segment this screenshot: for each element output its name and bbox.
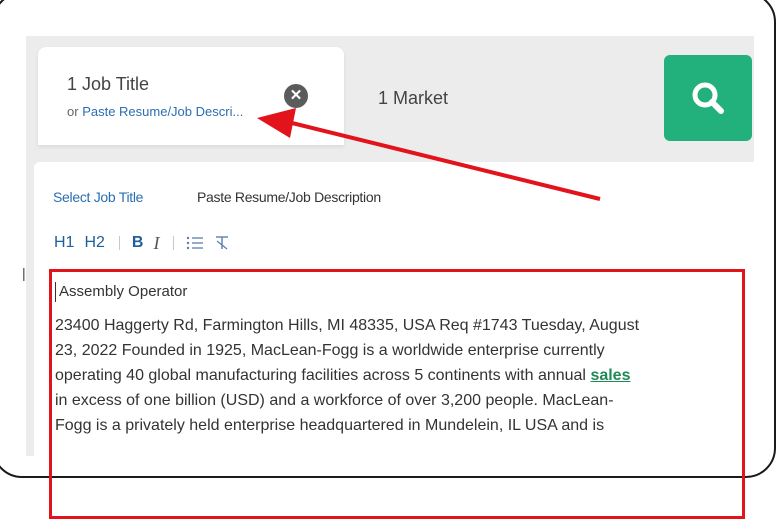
- heading2-button[interactable]: H2: [84, 234, 104, 252]
- editor-line: 23, 2022 Founded in 1925, MacLean-Fogg i…: [55, 342, 605, 359]
- job-description-panel: Select Job Title Paste Resume/Job Descri…: [34, 162, 760, 519]
- bold-button[interactable]: B: [132, 234, 144, 252]
- editor-line: Fogg is a privately held enterprise head…: [55, 417, 605, 434]
- market-input[interactable]: 1 Market: [378, 88, 448, 109]
- paste-resume-link[interactable]: Paste Resume/Job Descri...: [82, 104, 243, 119]
- toolbar-divider: [118, 236, 120, 250]
- job-title-label: 1 Job Title: [67, 74, 150, 94]
- tab-paste-resume[interactable]: Paste Resume/Job Description: [197, 189, 381, 205]
- search-icon: [692, 82, 724, 114]
- job-subtitle: or Paste Resume/Job Descri...: [67, 104, 243, 119]
- editor-line: in excess of one billion (USD) and a wor…: [55, 392, 614, 409]
- editor-title-line: Assembly Operator: [55, 282, 742, 302]
- search-button[interactable]: [664, 55, 752, 141]
- editor-toolbar: H1 H2 B I: [54, 232, 240, 254]
- heading1-button[interactable]: H1: [54, 234, 74, 252]
- list-icon[interactable]: [186, 235, 204, 251]
- job-title-input[interactable]: 1 Job Title or Paste Resume/Job Descri..…: [38, 47, 344, 145]
- close-circle-icon[interactable]: ✕: [284, 84, 308, 108]
- job-sub-prefix: or: [67, 104, 79, 119]
- tab-select-job-title[interactable]: Select Job Title: [53, 189, 143, 205]
- toolbar-divider: [173, 236, 175, 250]
- italic-button[interactable]: I: [153, 233, 159, 254]
- editor-line-text: operating 40 global manufacturing facili…: [55, 367, 586, 384]
- editor-line: 23400 Haggerty Rd, Farmington Hills, MI …: [55, 317, 640, 334]
- job-description-editor[interactable]: Assembly Operator 23400 Haggerty Rd, Far…: [49, 269, 745, 519]
- clear-format-icon[interactable]: [214, 235, 230, 251]
- editor-line: operating 40 global manufacturing facili…: [55, 363, 742, 388]
- editor-body: 23400 Haggerty Rd, Farmington Hills, MI …: [55, 313, 742, 438]
- edge-mark: |: [22, 265, 26, 281]
- highlighted-keyword[interactable]: sales: [590, 367, 630, 384]
